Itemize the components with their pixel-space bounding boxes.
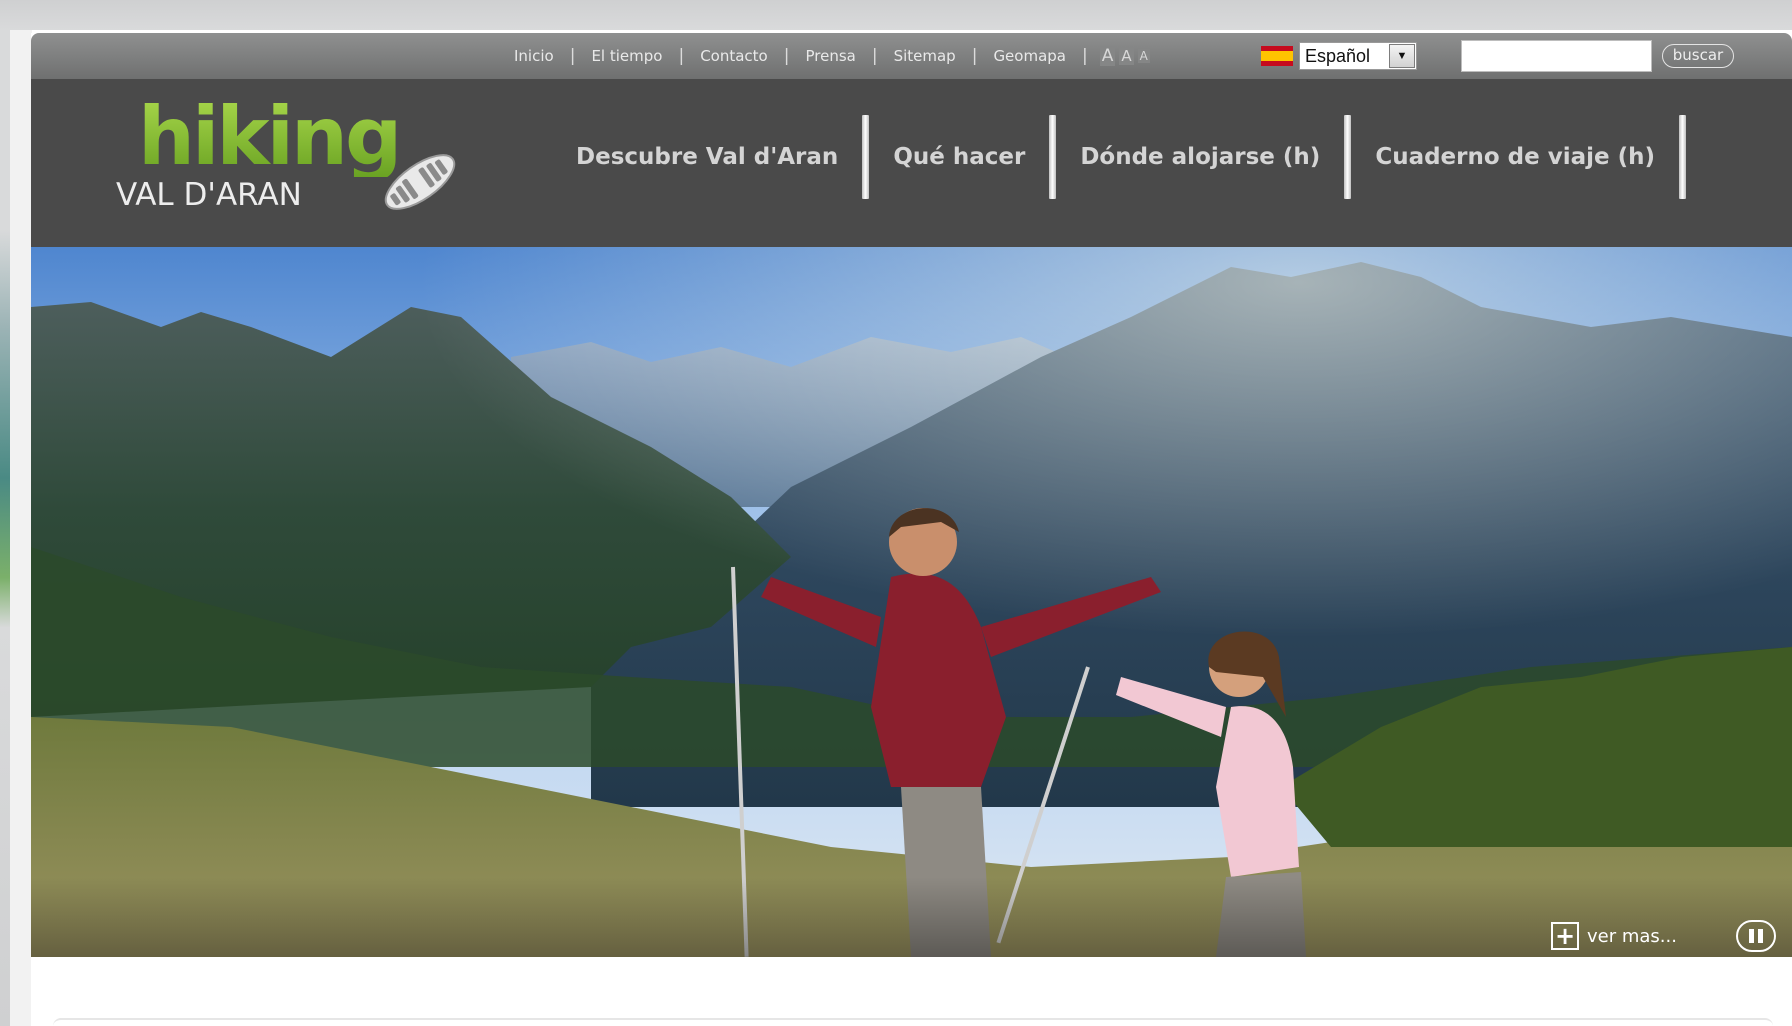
site-frame: Inicio | El tiempo | Contacto | Prensa |…: [31, 33, 1792, 1026]
nav-divider: [1344, 115, 1352, 199]
font-size-large-button[interactable]: A: [1099, 46, 1116, 66]
nav-item-donde-alojarse[interactable]: Dónde alojarse (h): [1056, 144, 1344, 170]
browser-top-band: [0, 0, 1792, 30]
divider: |: [678, 46, 685, 66]
util-link-prensa[interactable]: Prensa: [805, 47, 855, 65]
content-panel-top: [53, 1018, 1773, 1026]
hero-bottom-shade: [31, 877, 1792, 957]
language-selector: Español ▼: [1261, 42, 1417, 70]
util-link-contacto[interactable]: Contacto: [700, 47, 768, 65]
search-input[interactable]: [1461, 40, 1652, 72]
pause-icon: [1758, 929, 1763, 943]
nav-item-que-hacer[interactable]: Qué hacer: [869, 144, 1049, 170]
pause-button[interactable]: [1736, 920, 1776, 952]
util-link-sitemap[interactable]: Sitemap: [894, 47, 956, 65]
util-link-geomapa[interactable]: Geomapa: [993, 47, 1066, 65]
logo-subtitle: VAL D'ARAN: [116, 177, 302, 213]
language-selected: Español: [1305, 45, 1371, 66]
utility-bar: Inicio | El tiempo | Contacto | Prensa |…: [31, 33, 1792, 79]
divider: |: [1081, 46, 1088, 66]
nav-item-cuaderno-viaje[interactable]: Cuaderno de viaje (h): [1351, 144, 1679, 170]
nav-divider: [1679, 115, 1687, 199]
divider: |: [971, 46, 978, 66]
language-dropdown[interactable]: Español ▼: [1299, 42, 1417, 70]
nav-divider: [1049, 115, 1057, 199]
page-left-strip: [0, 30, 32, 1026]
utility-nav: Inicio | El tiempo | Contacto | Prensa |…: [514, 45, 1150, 67]
ver-mas-label: ver mas...: [1587, 925, 1677, 947]
nav-item-descubre[interactable]: Descubre Val d'Aran: [576, 144, 862, 170]
site-logo[interactable]: hiking VAL D'ARAN: [113, 90, 456, 227]
divider: |: [569, 46, 576, 66]
util-link-el-tiempo[interactable]: El tiempo: [591, 47, 662, 65]
search-button[interactable]: buscar: [1662, 44, 1734, 68]
font-size-small-button[interactable]: A: [1137, 49, 1150, 63]
hero-slideshow: + ver mas...: [31, 247, 1792, 957]
main-nav: Descubre Val d'Aran Qué hacer Dónde aloj…: [576, 115, 1687, 199]
pause-icon: [1749, 929, 1754, 943]
divider: |: [783, 46, 790, 66]
chevron-down-icon[interactable]: ▼: [1389, 44, 1415, 68]
divider: |: [871, 46, 878, 66]
hero-mountain-photo: [31, 247, 1792, 957]
util-link-inicio[interactable]: Inicio: [514, 47, 554, 65]
font-size-controls: A A A: [1099, 46, 1150, 66]
spain-flag-icon: [1261, 46, 1293, 66]
plus-icon: +: [1551, 922, 1579, 950]
logo-title: hiking: [138, 90, 402, 183]
nav-divider: [862, 115, 870, 199]
ver-mas-link[interactable]: + ver mas...: [1551, 922, 1677, 950]
site-header: hiking VAL D'ARAN Descubre Val d'Aran Qu…: [31, 79, 1792, 247]
font-size-medium-button[interactable]: A: [1119, 47, 1134, 65]
boot-sole-icon: [384, 154, 456, 210]
